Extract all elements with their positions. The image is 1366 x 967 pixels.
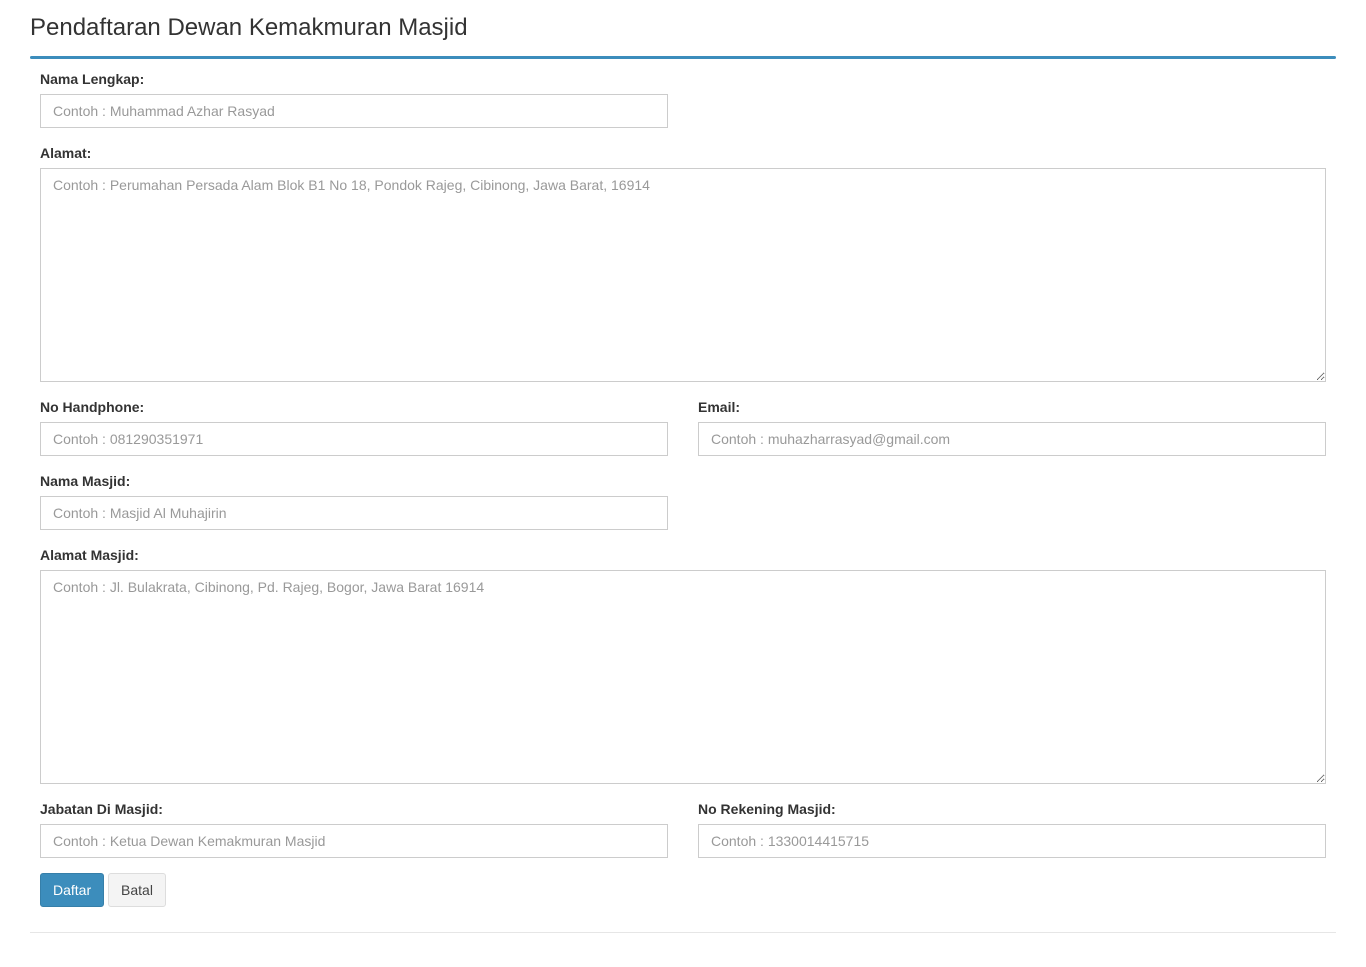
nama-masjid-input[interactable] [40,496,668,530]
no-handphone-label: No Handphone: [40,399,145,415]
email-input[interactable] [698,422,1326,456]
footer-divider [30,932,1336,933]
no-handphone-input[interactable] [40,422,668,456]
nama-masjid-label: Nama Masjid: [40,473,131,489]
nama-lengkap-input[interactable] [40,94,668,128]
page-title: Pendaftaran Dewan Kemakmuran Masjid [30,14,468,41]
alamat-textarea[interactable] [40,168,1326,382]
no-rekening-input[interactable] [698,824,1326,858]
jabatan-input[interactable] [40,824,668,858]
alamat-label: Alamat: [40,145,92,161]
alamat-masjid-textarea[interactable] [40,570,1326,784]
email-label: Email: [698,399,741,415]
alamat-masjid-label: Alamat Masjid: [40,547,139,563]
nama-lengkap-label: Nama Lengkap: [40,71,145,87]
jabatan-label: Jabatan Di Masjid: [40,801,163,817]
batal-button[interactable]: Batal [108,873,166,907]
title-divider [30,56,1336,59]
no-rekening-label: No Rekening Masjid: [698,801,836,817]
daftar-button[interactable]: Daftar [40,873,104,907]
